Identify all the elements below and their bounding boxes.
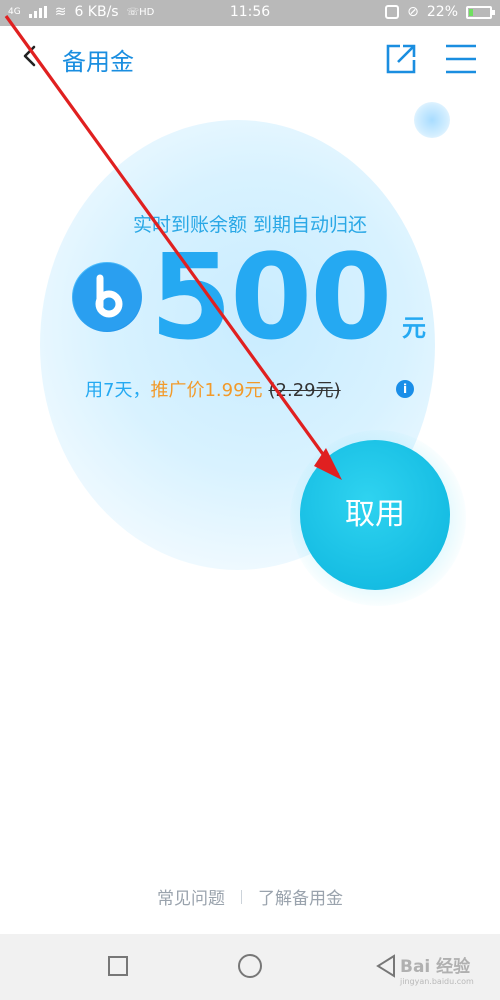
app-header: 备用金 bbox=[0, 26, 500, 88]
shield-icon bbox=[385, 5, 400, 19]
original-price: (2.29元) bbox=[268, 380, 341, 401]
hamburger-menu-icon[interactable] bbox=[444, 42, 478, 76]
watermark-brand: Bai 经验 bbox=[400, 957, 471, 977]
price-line: 用7天， 推广价1.99元 (2.29元) bbox=[85, 376, 341, 402]
footer-links: 常见问题 了解备用金 bbox=[0, 884, 500, 909]
learn-more-link[interactable]: 了解备用金 bbox=[258, 884, 343, 909]
status-right: ⊘ 22% bbox=[385, 4, 495, 20]
footer-divider bbox=[241, 889, 242, 904]
share-external-icon[interactable] bbox=[384, 42, 418, 76]
decor-bubble bbox=[414, 102, 450, 138]
info-icon[interactable]: i bbox=[396, 380, 414, 398]
amount-value: 500 bbox=[150, 228, 392, 366]
vibrate-off-icon: ⊘ bbox=[407, 4, 419, 20]
duration-text: 用7天， bbox=[85, 380, 151, 401]
page-title: 备用金 bbox=[62, 48, 134, 76]
status-bar: 4G ≋ 6 KB/s ☏HD 11:56 ⊘ 22% bbox=[0, 0, 500, 26]
watermark: Bai 经验 jingyan.baidu.com bbox=[400, 952, 474, 986]
faq-link[interactable]: 常见问题 bbox=[157, 884, 225, 909]
battery-icon bbox=[466, 5, 495, 19]
back-triangle-icon[interactable] bbox=[372, 952, 400, 980]
b-coin-icon bbox=[72, 262, 142, 332]
watermark-url: jingyan.baidu.com bbox=[400, 977, 474, 986]
withdraw-button[interactable]: 取用 bbox=[300, 440, 450, 590]
system-nav-bar: Bai 经验 jingyan.baidu.com bbox=[0, 934, 500, 1000]
chevron-left-icon[interactable] bbox=[18, 44, 42, 68]
amount-unit: 元 bbox=[402, 314, 426, 342]
recent-apps-icon[interactable] bbox=[108, 956, 128, 976]
home-icon[interactable] bbox=[238, 954, 262, 978]
promo-price: 推广价1.99元 bbox=[150, 380, 263, 401]
battery-percent: 22% bbox=[426, 4, 458, 20]
